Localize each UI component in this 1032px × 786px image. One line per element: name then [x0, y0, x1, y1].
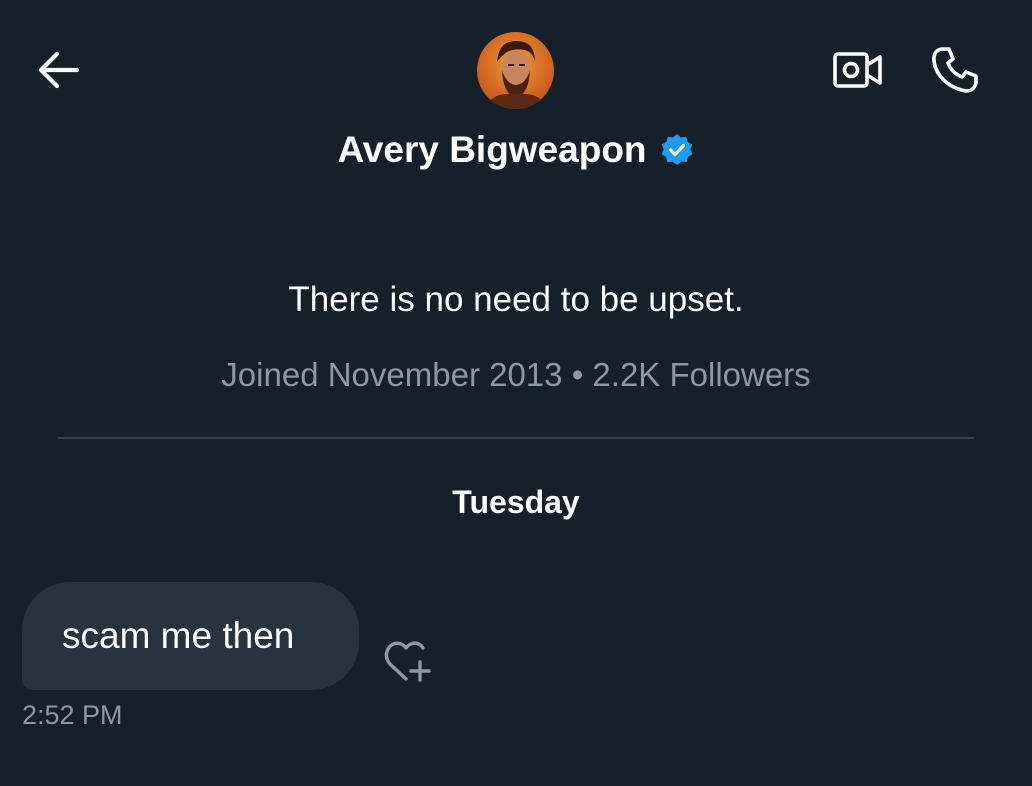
profile-name-row: Avery Bigweapon	[0, 124, 1032, 176]
add-reaction-button[interactable]	[378, 634, 438, 688]
phone-icon	[932, 47, 978, 93]
add-reaction-heart-icon	[384, 641, 431, 682]
day-separator: Tuesday	[452, 484, 580, 520]
message-bubble[interactable]: scam me then	[22, 582, 359, 690]
user-avatar-image	[477, 32, 554, 109]
avatar[interactable]	[477, 32, 554, 109]
verified-badge-icon	[659, 132, 695, 168]
video-call-button[interactable]	[828, 42, 888, 98]
followers-count[interactable]: 2.2K Followers	[592, 356, 810, 393]
profile-bio: There is no need to be upset.	[288, 280, 744, 319]
video-call-icon	[833, 52, 882, 88]
joined-date: Joined November 2013	[221, 356, 563, 393]
voice-call-button[interactable]	[924, 40, 986, 100]
profile-meta: Joined November 2013 • 2.2K Followers	[0, 356, 1032, 394]
back-button[interactable]	[30, 44, 86, 96]
message-timestamp: 2:52 PM	[22, 700, 123, 730]
message-text: scam me then	[62, 615, 295, 656]
display-name[interactable]: Avery Bigweapon	[337, 129, 646, 171]
arrow-left-icon	[38, 51, 80, 89]
divider	[58, 437, 974, 439]
meta-separator: •	[571, 356, 584, 393]
